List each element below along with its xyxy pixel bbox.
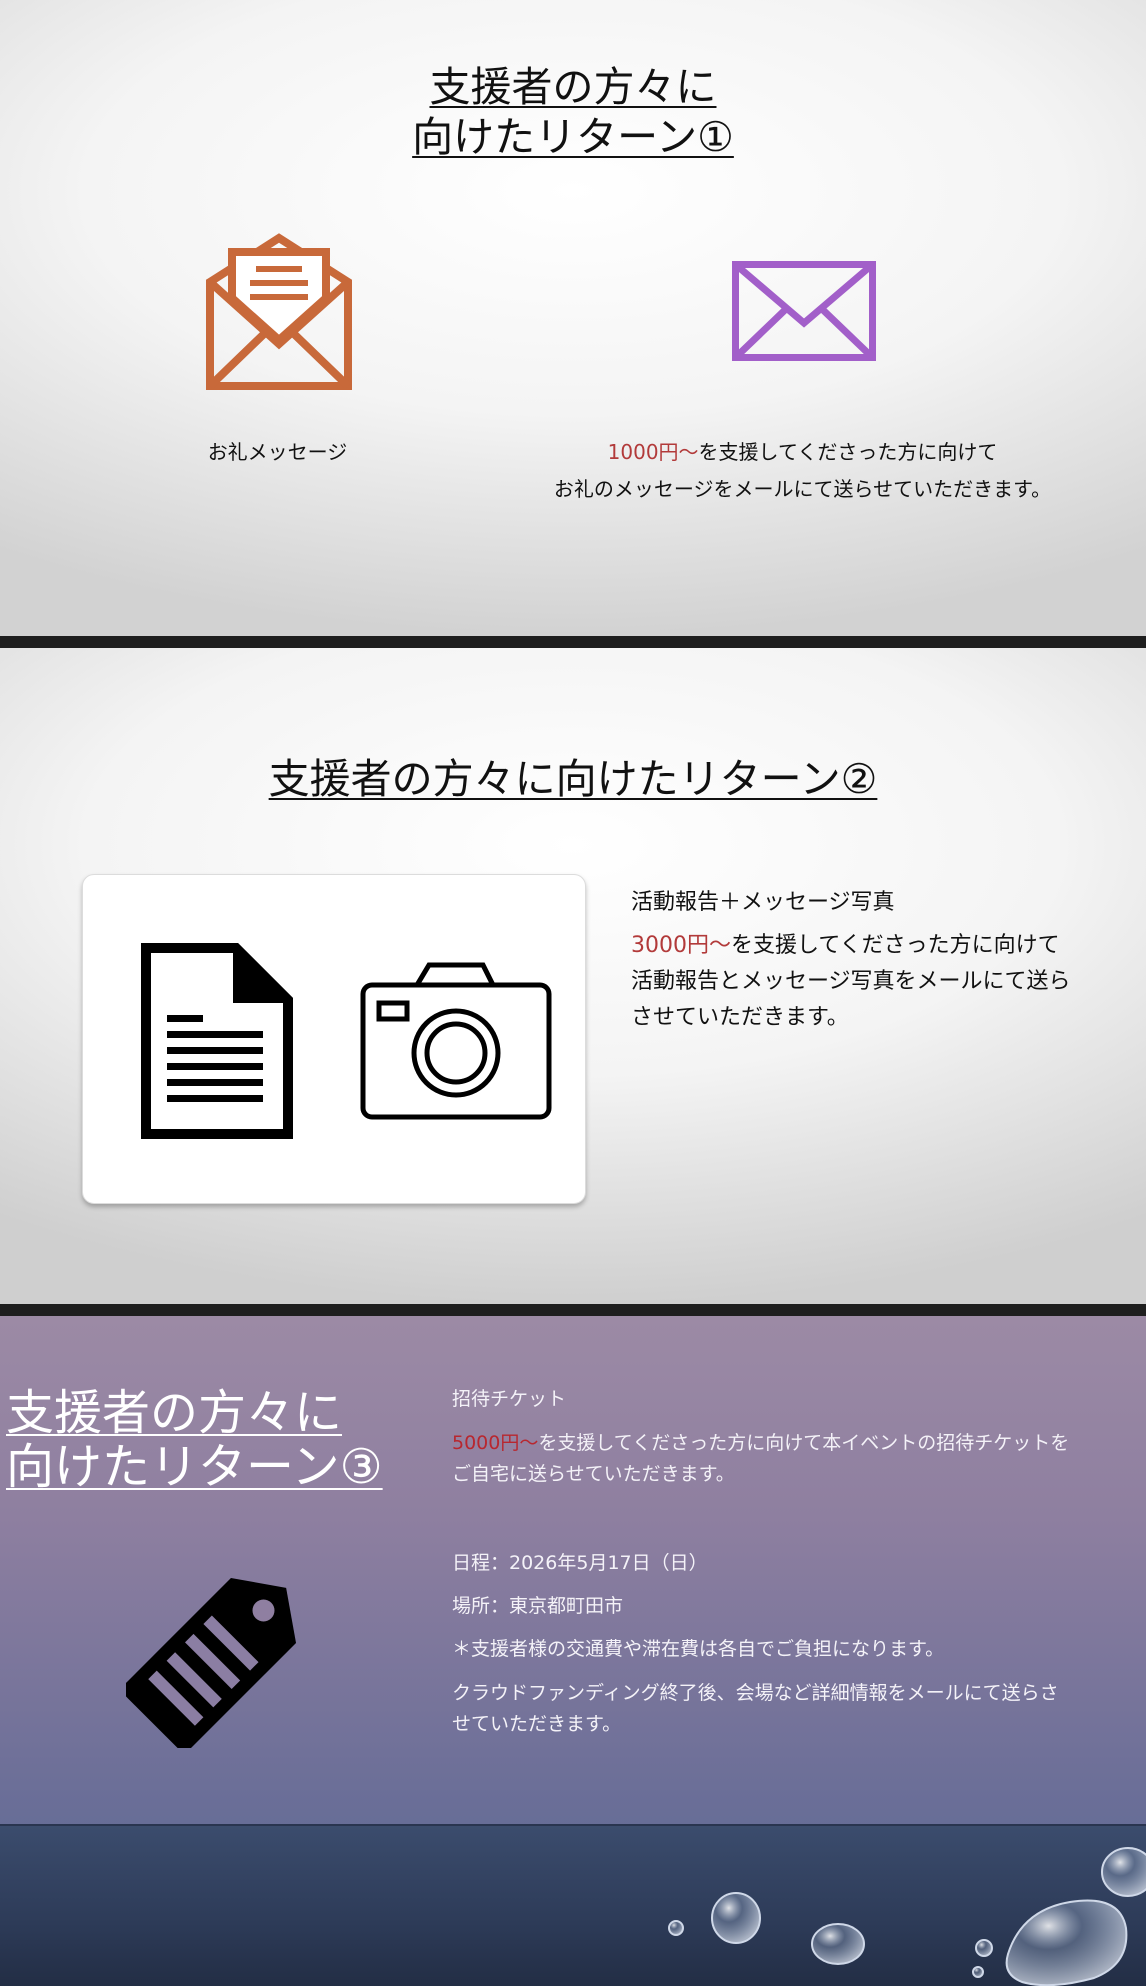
slide1-title-line2: 向けたリターン① (412, 113, 734, 161)
slide2-title: 支援者の方々に向けたリターン② (0, 754, 1146, 804)
open-envelope-letter-icon (206, 233, 352, 390)
return3-description: 5000円～を支援してくださった方に向けて本イベントの招待チケットをご自宅に送ら… (452, 1428, 1077, 1490)
item-label: お礼メッセージ (207, 440, 348, 464)
slide2-title-text: 支援者の方々に向けたリターン② (268, 755, 878, 803)
icon-card (82, 874, 586, 1204)
envelope-icon (732, 261, 876, 361)
document-icon (141, 943, 293, 1139)
return2-description: 3000円～を支援してくださった方に向けて活動報告とメッセージ写真をメールにて送… (631, 928, 1071, 1036)
cost-note: ＊支援者様の交通費や滞在費は各自でご負担になります。 (452, 1638, 945, 1660)
return3-heading: 招待チケット (452, 1388, 567, 1410)
amount: 5000円～ (452, 1432, 539, 1454)
slide1-title: 支援者の方々に 向けたリターン① (0, 62, 1146, 162)
slide3-title: 支援者の方々に 向けたリターン③ (6, 1386, 383, 1494)
water-drops-decoration (668, 1847, 1146, 1986)
ticket-tag-icon (126, 1577, 297, 1748)
event-date: 日程：2026年5月17日（日） (452, 1552, 708, 1574)
slide-return-3: 支援者の方々に 向けたリターン③ 招待チケット 5000円～を支援してくださった… (0, 1316, 1146, 1986)
amount: 3000円～ (631, 933, 731, 958)
desc-line1: を支援してくださった方に向けて (698, 440, 998, 464)
amount: 1000円～ (607, 440, 699, 464)
slide1-title-line1: 支援者の方々に (429, 63, 717, 111)
slide3-title-line1: 支援者の方々に (6, 1385, 343, 1441)
event-place: 場所：東京都町田市 (452, 1595, 624, 1617)
desc-text: を支援してくださった方に向けて本イベントの招待チケットをご自宅に送らせていただき… (452, 1432, 1070, 1485)
slide-return-1: 支援者の方々に 向けたリターン① お礼メッセージ 1000円～を支援してくださっ… (0, 0, 1146, 636)
return2-heading: 活動報告＋メッセージ写真 (631, 890, 895, 915)
desc-line2: お礼のメッセージをメールにて送らせていただきます。 (553, 477, 1052, 501)
detail-info: クラウドファンディング終了後、会場など詳細情報をメールにて送らさせていただきます… (452, 1682, 1059, 1735)
slide3-title-line2: 向けたリターン③ (6, 1439, 383, 1495)
camera-icon (360, 962, 552, 1120)
return1-description: 1000円～を支援してくださった方に向けて お礼のメッセージをメールにて送らせて… (500, 434, 1105, 508)
slide-return-2: 支援者の方々に向けたリターン② 活動報告＋メッセージ写真 3000円～を支援して… (0, 648, 1146, 1304)
